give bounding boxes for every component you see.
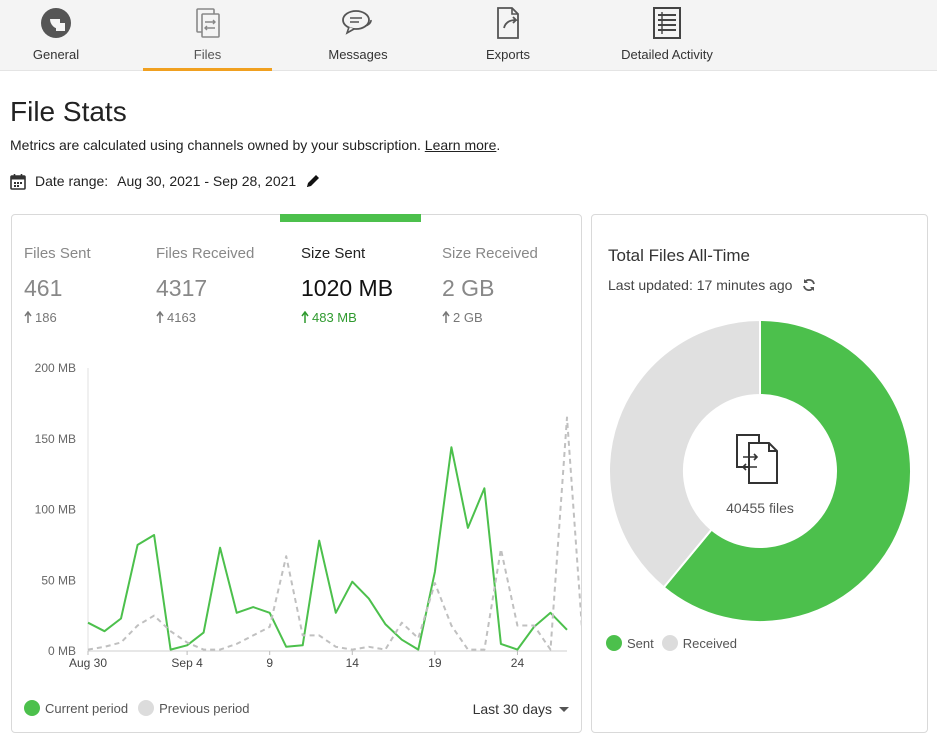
- calendar-icon: [10, 173, 26, 190]
- date-range-value: Aug 30, 2021 - Sep 28, 2021: [117, 173, 297, 189]
- legend-dot: [138, 700, 155, 716]
- tab-label: Detailed Activity: [621, 47, 713, 62]
- metric-delta-value: 2 GB: [453, 310, 483, 325]
- y-tick-label: 150 MB: [35, 432, 76, 446]
- arrow-up-icon: [442, 311, 450, 323]
- period-dropdown-value: Last 30 days: [472, 701, 552, 717]
- date-range-label: Date range:: [35, 173, 109, 189]
- legend-dot: [661, 635, 678, 651]
- tab-messages[interactable]: Messages: [308, 0, 408, 71]
- legend-sent[interactable]: Sent: [606, 635, 654, 651]
- pencil-edit-icon[interactable]: [305, 174, 320, 189]
- legend-received[interactable]: Received: [661, 635, 737, 651]
- activity-list-icon: [653, 7, 681, 39]
- tab-files[interactable]: Files: [143, 0, 272, 71]
- metric-delta: 2 GB: [442, 310, 582, 325]
- legend-current-period[interactable]: Current period: [24, 700, 128, 716]
- tab-label: Exports: [485, 47, 531, 62]
- tab-label: General: [32, 47, 80, 62]
- metric-value: 4317: [156, 275, 208, 301]
- x-tick-label: 9: [266, 656, 273, 670]
- metric-delta-value: 4163: [167, 310, 196, 325]
- total-files-card: Total Files All-Time Last updated: 17 mi…: [591, 214, 928, 733]
- date-range: Date range: Aug 30, 2021 - Sep 28, 2021: [10, 171, 320, 191]
- pie-chart-icon: [41, 8, 71, 38]
- legend-dot: [606, 635, 622, 651]
- files-icon: [195, 8, 220, 38]
- metric-delta: 186: [24, 310, 164, 325]
- chart-legend: Current period Previous period: [24, 700, 259, 716]
- arrow-up-icon: [24, 311, 32, 323]
- metric-size-received[interactable]: Size Received 2 GB 2 GB: [442, 245, 582, 325]
- metric-files-received[interactable]: Files Received 4317 4163: [156, 245, 296, 325]
- caret-down-icon: [559, 706, 569, 712]
- y-tick-label: 50 MB: [41, 573, 76, 587]
- y-tick-label: 100 MB: [35, 503, 76, 517]
- refresh-icon[interactable]: [802, 278, 816, 292]
- current-period-line: [87, 446, 568, 651]
- total-files-title: Total Files All-Time: [608, 246, 751, 265]
- learn-more-link[interactable]: Learn more: [425, 137, 497, 153]
- export-file-icon: [497, 7, 519, 39]
- tab-exports[interactable]: Exports: [458, 0, 558, 71]
- donut-legend: Sent Received: [606, 635, 745, 651]
- metric-delta-value: 186: [35, 310, 57, 325]
- total-files-donut: [608, 319, 912, 623]
- file-stats-card: Files Sent 461 186 Files Received 4317 4…: [11, 214, 582, 733]
- x-tick-label: 19: [428, 656, 442, 670]
- legend-label: Sent: [627, 635, 654, 651]
- page-subtitle: Metrics are calculated using channels ow…: [10, 137, 500, 153]
- tab-label: Files: [193, 47, 222, 62]
- metric-label: Files Sent: [24, 245, 91, 262]
- metric-label: Size Sent: [301, 245, 366, 262]
- legend-label: Previous period: [159, 700, 250, 716]
- tab-detailed-activity[interactable]: Detailed Activity: [608, 0, 726, 71]
- subtitle-period: .: [496, 137, 501, 153]
- metric-label: Files Received: [156, 245, 255, 262]
- legend-label: Received: [682, 635, 737, 651]
- legend-previous-period[interactable]: Previous period: [138, 700, 249, 716]
- metric-delta-value: 483 MB: [312, 310, 357, 325]
- x-tick-label: 24: [511, 656, 525, 670]
- legend-dot: [24, 700, 40, 716]
- metric-label: Size Received: [442, 245, 538, 262]
- metric-size-sent[interactable]: Size Sent 1020 MB 483 MB: [301, 245, 441, 325]
- chat-bubbles-icon: [342, 10, 372, 35]
- metric-delta: 4163: [156, 310, 296, 325]
- top-navigation: General Files Messages Exports Detailed …: [0, 0, 937, 71]
- x-tick-label: Aug 30: [69, 656, 107, 670]
- metric-files-sent[interactable]: Files Sent 461 186: [24, 245, 164, 325]
- last-updated-text: Last updated: 17 minutes ago: [608, 277, 793, 293]
- tab-label: Messages: [328, 47, 388, 62]
- arrow-up-icon: [156, 311, 164, 323]
- legend-label: Current period: [45, 700, 129, 716]
- x-tick-label: 14: [346, 656, 360, 670]
- x-tick-label: Sep 4: [171, 656, 203, 670]
- active-tab-underline: [143, 68, 272, 71]
- metric-value: 1020 MB: [301, 275, 394, 301]
- active-metric-indicator: [280, 214, 421, 222]
- page-title: File Stats: [10, 96, 127, 127]
- tab-general[interactable]: General: [0, 0, 112, 71]
- previous-period-line: [87, 416, 581, 651]
- last-updated: Last updated: 17 minutes ago: [608, 277, 816, 293]
- metric-value: 2 GB: [442, 275, 495, 301]
- period-dropdown[interactable]: Last 30 days: [473, 701, 569, 717]
- arrow-up-icon: [301, 311, 309, 323]
- subtitle-text: Metrics are calculated using channels ow…: [10, 137, 421, 153]
- metric-value: 461: [24, 275, 63, 301]
- y-tick-label: 200 MB: [35, 361, 76, 375]
- metric-delta: 483 MB: [301, 310, 441, 325]
- size-sent-line-chart: 0 MB50 MB100 MB150 MB200 MBAug 30 Sep 491…: [35, 361, 581, 670]
